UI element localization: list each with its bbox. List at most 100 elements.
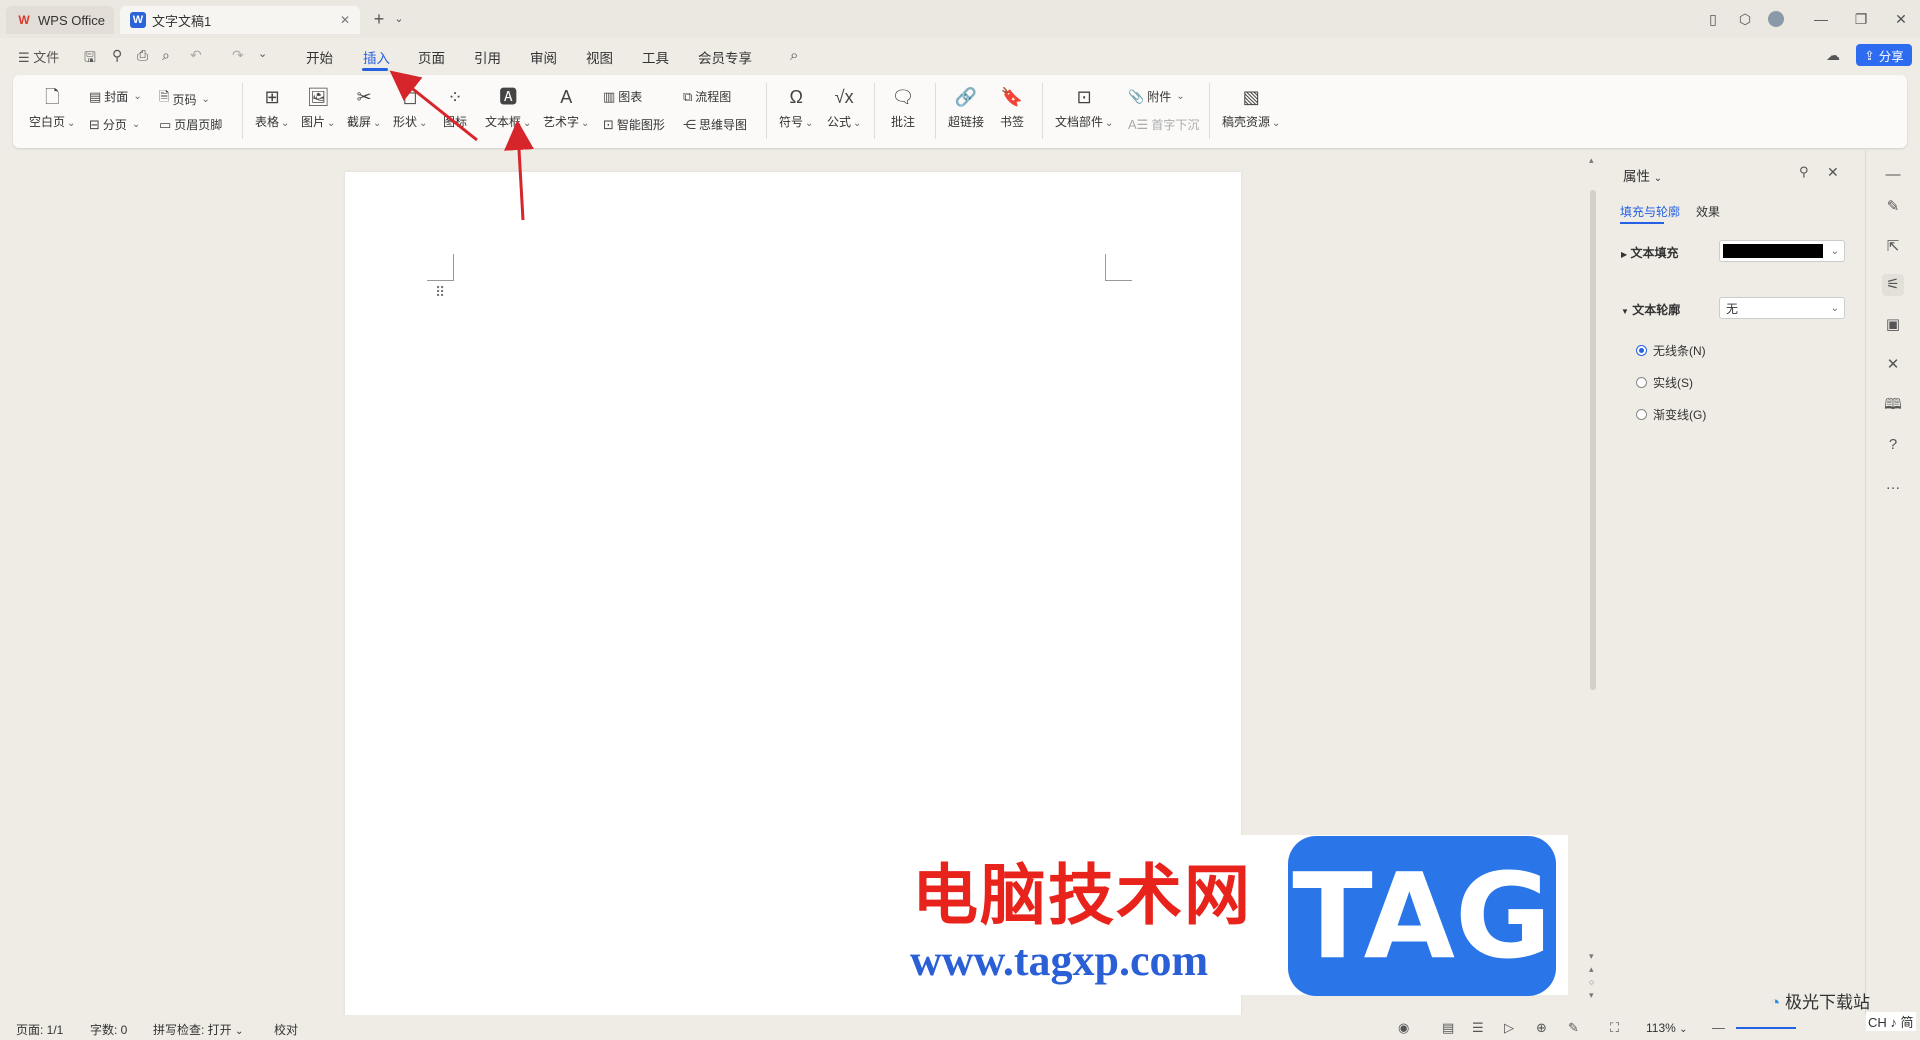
menu-start[interactable]: 开始 [306,47,333,67]
minimize-icon[interactable]: — [1812,10,1830,28]
eye-icon[interactable]: ◉ [1398,1020,1409,1036]
tab-list-chevron-icon[interactable]: ⌄ [390,10,408,28]
icon-button[interactable]: ⁘ 图标 [443,85,467,130]
formula-button[interactable]: √x 公式 [827,85,861,130]
attachment-button[interactable]: 📎 附件 [1128,88,1185,105]
scroll-up-icon[interactable]: ▴ [1589,155,1594,166]
new-tab-button[interactable]: + [370,10,388,28]
tools-icon[interactable]: ✕ [1882,354,1904,376]
fit-page-icon[interactable]: ⛶ [1610,1020,1619,1036]
text-outline-label[interactable]: ▼ 文本轮廓 [1621,301,1680,318]
link-icon[interactable]: ⚲ [112,47,122,64]
tab-document[interactable]: W 文字文稿1 ✕ [120,6,360,34]
menu-view[interactable]: 视图 [586,47,613,67]
book-icon[interactable]: 🕮 [1882,394,1904,416]
drag-handle-icon[interactable]: ⠿ [435,284,445,301]
pin-icon[interactable]: ⚲ [1799,164,1809,180]
proofread-button[interactable]: 校对 [274,1021,298,1038]
share-button[interactable]: ⇪ 分享 [1856,44,1912,66]
page-view-icon[interactable]: ▤ [1442,1020,1454,1036]
tab-wps-office[interactable]: W WPS Office [6,6,114,34]
web-view-icon[interactable]: ⊕ [1536,1020,1547,1036]
tab-close-icon[interactable]: ✕ [340,13,350,27]
shape-button[interactable]: ◻ 形状 [393,85,427,130]
settings-sliders-icon[interactable]: ⚟ [1882,274,1904,296]
resources-button[interactable]: ▧ 稿壳资源 [1222,85,1280,130]
word-count[interactable]: 字数: 0 [90,1021,127,1038]
avatar[interactable] [1768,11,1784,27]
zoom-level[interactable]: 113% ⌄ [1646,1021,1688,1035]
page-count[interactable]: 页面: 1/1 [16,1021,63,1038]
quick-access-chevron-icon[interactable]: ⌄ [258,47,267,60]
cover-button[interactable]: ▤ 封面 [89,88,142,105]
zoom-slider[interactable] [1736,1027,1796,1029]
print-icon[interactable]: ⎙ [137,47,148,64]
undo-icon[interactable]: ↶ [190,47,202,64]
hyperlink-button[interactable]: 🔗 超链接 [948,85,984,130]
text-fill-color-select[interactable]: ⌄ [1719,240,1845,262]
vertical-scrollbar[interactable] [1590,190,1596,690]
close-window-icon[interactable]: ✕ [1892,10,1910,28]
help-icon[interactable]: ? [1882,434,1904,456]
play-icon[interactable]: ▷ [1504,1020,1514,1036]
radio-label: 无线条(N) [1653,344,1706,358]
more-icon[interactable]: … [1882,474,1904,496]
outline-view-icon[interactable]: ☰ [1472,1020,1484,1036]
restore-icon[interactable]: ❐ [1852,10,1870,28]
radio-label: 渐变线(G) [1653,408,1707,422]
bookmark-button[interactable]: 🔖 书签 [1000,85,1024,130]
save-icon[interactable]: 🖫 [84,47,96,71]
menu-member[interactable]: 会员专享 [698,47,752,67]
menu-references[interactable]: 引用 [474,47,501,67]
textbox-button[interactable]: 🅰 文本框 [485,85,531,130]
cube-icon[interactable]: ⬡ [1736,10,1754,28]
comment-button[interactable]: 🗨 批注 [891,85,915,130]
cloud-icon[interactable]: ☁ [1826,47,1840,64]
redo-icon[interactable]: ↷ [232,47,244,64]
menu-insert[interactable]: 插入 [363,47,390,67]
close-panel-icon[interactable]: ✕ [1827,164,1839,181]
watermark-site-name: ◔ 极光下载站 [1770,988,1870,1013]
menu-page[interactable]: 页面 [418,47,445,67]
search-icon[interactable]: ⌕ [790,47,798,64]
file-menu[interactable]: ☰ 文件 [18,47,59,66]
pen-icon[interactable]: ✎ [1882,196,1904,218]
menu-tools[interactable]: 工具 [642,47,669,67]
wordart-button[interactable]: A 艺术字 [543,85,589,130]
blank-page-button[interactable]: 🗋 空白页 [29,85,75,130]
spell-check-toggle[interactable]: 拼写检查: 打开 ⌄ [153,1021,243,1038]
page-nav-icon[interactable]: ▾ ▴ ○ ▾ [1589,950,1594,1002]
print-preview-icon[interactable]: ⌕ [162,47,170,64]
menu-review[interactable]: 审阅 [530,47,557,67]
mindmap-button[interactable]: ⋲ 思维导图 [683,116,747,133]
chevron-down-icon: ⌄ [1830,245,1839,257]
screenshot-button[interactable]: ✂ 截屏 [347,85,381,130]
collapse-rail-icon[interactable]: — [1882,164,1904,186]
symbol-button[interactable]: Ω 符号 [779,85,813,130]
tab-effects[interactable]: 效果 [1696,203,1720,220]
table-button[interactable]: ⊞ 表格 [255,85,289,130]
page-number-button[interactable]: 🗎 页码 [159,88,210,110]
text-outline-select[interactable]: 无 ⌄ [1719,297,1845,319]
panel-title[interactable]: 属性 ⌄ [1623,165,1662,185]
radio-gradient-line[interactable]: 渐变线(G) [1636,406,1706,423]
rail-divider [1865,150,1866,1015]
radio-no-line[interactable]: 无线条(N) [1636,342,1706,359]
dropcap-button[interactable]: A☰ 首字下沉 [1128,116,1199,133]
radio-solid-line[interactable]: 实线(S) [1636,374,1693,391]
picture-button[interactable]: 🖼 图片 [301,85,335,130]
tab-fill-outline[interactable]: 填充与轮廓 [1620,203,1680,220]
layout-icon[interactable]: ▯ [1704,10,1722,28]
flowchart-button[interactable]: ⧉ 流程图 [683,88,731,105]
pen-mode-icon[interactable]: ✎ [1568,1020,1579,1036]
zoom-out-icon[interactable]: — [1712,1020,1725,1035]
smartart-button[interactable]: ⊡ 智能图形 [603,116,665,133]
edit-image-icon[interactable]: ▣ [1882,314,1904,336]
header-footer-button[interactable]: ▭ 页眉页脚 [159,116,222,133]
text-fill-label[interactable]: ▶ 文本填充 [1621,244,1679,261]
page-break-button[interactable]: ⊟ 分页 [89,116,140,133]
doc-parts-button[interactable]: ⊡ 文档部件 [1055,85,1113,130]
active-tab-indicator [1620,222,1664,224]
select-cursor-icon[interactable]: ⇱ [1882,236,1904,258]
chart-button[interactable]: ▥ 图表 [603,88,642,105]
